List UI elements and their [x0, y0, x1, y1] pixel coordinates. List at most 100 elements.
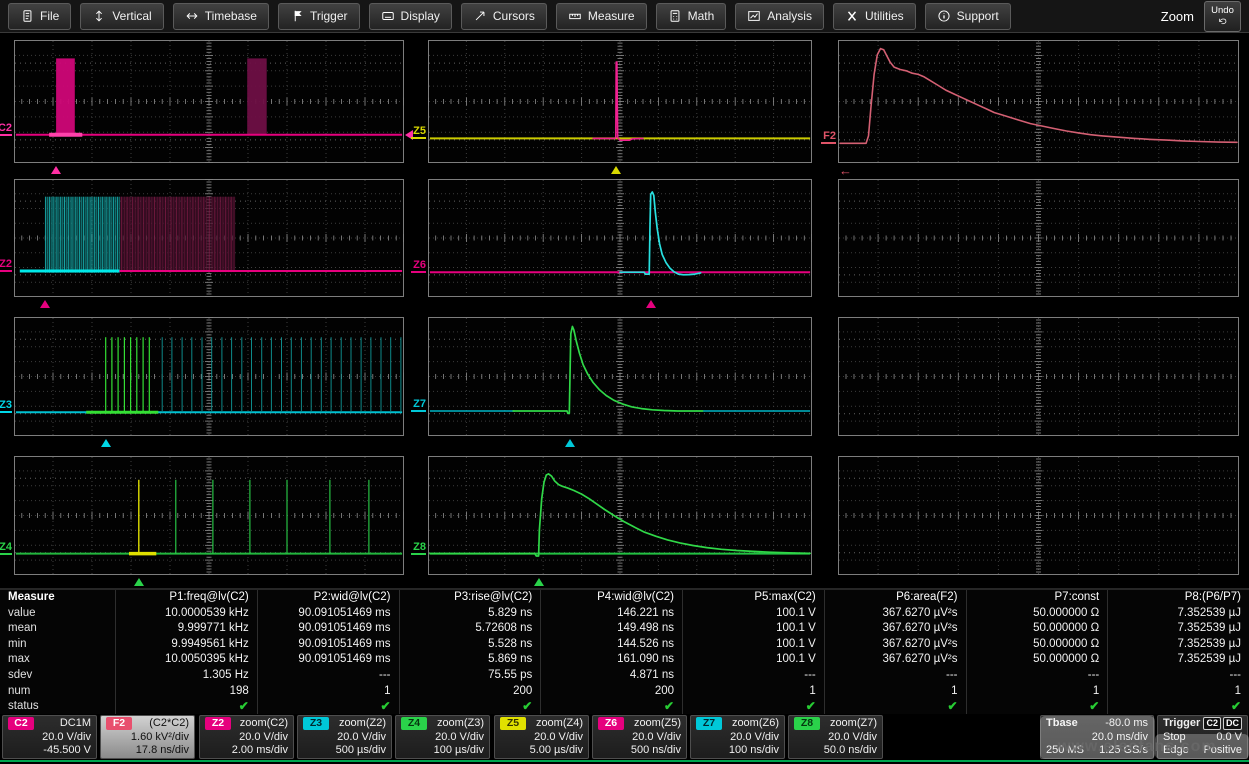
channel-descriptor-z4[interactable]: Z4 zoom(Z3) 20.0 V/div 100 µs/div: [395, 715, 490, 759]
display-icon: [381, 9, 395, 23]
menu-analysis[interactable]: Analysis: [735, 3, 824, 30]
measure-value: 100.1 V: [683, 652, 824, 668]
scope-grid: [838, 40, 1239, 163]
waveform-panel-z7[interactable]: [428, 317, 812, 436]
trigger-badges: C2DC: [1201, 717, 1242, 731]
waveform-panel-z2[interactable]: [14, 179, 404, 297]
menu-support[interactable]: Support: [925, 3, 1011, 30]
measure-status: ✔: [116, 699, 257, 715]
waveform-panel-z5[interactable]: [428, 40, 812, 163]
channel-title: (C2*C2): [149, 717, 189, 731]
waveform-panel-f2[interactable]: [838, 40, 1239, 163]
zoom-position-marker-z4[interactable]: [134, 578, 144, 586]
waveform-panel-z4[interactable]: [14, 456, 404, 575]
waveform-panel-z3[interactable]: [14, 317, 404, 436]
measure-value: 100.1 V: [683, 621, 824, 637]
menu-display-label: Display: [401, 9, 440, 23]
undo-button[interactable]: Undo: [1204, 1, 1241, 32]
menu-vertical[interactable]: Vertical: [80, 3, 163, 30]
measure-header[interactable]: P6:area(F2): [825, 590, 966, 606]
channel-descriptor-c2[interactable]: C2 DC1M 20.0 V/div -45.500 V: [2, 715, 97, 759]
menu-measure[interactable]: Measure: [556, 3, 647, 30]
measure-column-p3: P3:rise@lv(C2)5.829 ns5.72608 ns5.528 ns…: [399, 590, 541, 716]
measure-value: 198: [116, 684, 257, 700]
waveform-panel-c2[interactable]: [14, 40, 404, 163]
waveform-panel-z6[interactable]: [428, 179, 812, 297]
measure-row-label: status: [0, 699, 115, 715]
measure-value: 161.090 ns: [541, 652, 682, 668]
offscreen-trigger-arrow-f2[interactable]: ←: [839, 165, 852, 177]
measure-value: 9.9949561 kHz: [116, 637, 257, 653]
trace-label-z4: Z4: [0, 541, 12, 555]
zoom-position-marker-z5[interactable]: [611, 166, 621, 174]
status-check-icon: ✔: [380, 699, 390, 713]
channel-offset: 100 ns/div: [696, 744, 779, 758]
menu-math[interactable]: Math: [656, 3, 727, 30]
waveform-panel-z8[interactable]: [428, 456, 812, 575]
measure-header[interactable]: P4:wid@lv(C2): [541, 590, 682, 606]
measure-value: 10.0050395 kHz: [116, 652, 257, 668]
channel-badge-c2: C2: [8, 717, 34, 730]
zoom-position-marker-z2[interactable]: [40, 300, 50, 308]
channel-descriptor-z7[interactable]: Z7 zoom(Z6) 20.0 V/div 100 ns/div: [690, 715, 785, 759]
measure-header[interactable]: P2:wid@lv(C2): [258, 590, 399, 606]
menu-utilities[interactable]: Utilities: [833, 3, 916, 30]
measure-header[interactable]: P3:rise@lv(C2): [400, 590, 541, 606]
menu-file[interactable]: File: [8, 3, 71, 30]
measure-column-p7: P7:const50.000000 Ω50.000000 Ω50.000000 …: [966, 590, 1108, 716]
measure-value: 10.0000539 kHz: [116, 606, 257, 622]
channel-title: DC1M: [60, 717, 91, 731]
channel-offset: 17.8 ns/div: [106, 744, 189, 758]
channel-descriptor-f2[interactable]: F2 (C2*C2) 1.60 kV²/div 17.8 ns/div: [100, 715, 195, 759]
measure-header[interactable]: P5:max(C2): [683, 590, 824, 606]
zoom-position-marker-z6[interactable]: [646, 300, 656, 308]
measure-value: 7.352539 µJ: [1108, 652, 1249, 668]
measure-row-label: Measure: [0, 590, 115, 606]
channel-scale: 20.0 V/div: [598, 731, 681, 745]
measure-column-p4: P4:wid@lv(C2)146.221 ns149.498 ns144.526…: [540, 590, 682, 716]
zoom-position-marker-z3[interactable]: [101, 439, 111, 447]
channel-badge-f2: F2: [106, 717, 132, 730]
menu-display[interactable]: Display: [369, 3, 452, 30]
trace-label-z5: Z5: [411, 125, 426, 139]
measure-value: 90.091051469 ms: [258, 621, 399, 637]
measure-value: ---: [258, 668, 399, 684]
channel-descriptor-z5[interactable]: Z5 zoom(Z4) 20.0 V/div 5.00 µs/div: [494, 715, 589, 759]
trace-label-z2: Z2: [0, 258, 12, 272]
zoom-position-marker-z8[interactable]: [534, 578, 544, 586]
zoom-mode-label: Zoom: [1161, 9, 1194, 24]
waveform-panel-empty-r4[interactable]: [838, 456, 1239, 575]
measure-header[interactable]: P8:(P6/P7): [1108, 590, 1249, 606]
measure-status: ✔: [825, 699, 966, 715]
trace-label-f2: F2: [821, 130, 836, 144]
scope-grid: [428, 179, 812, 297]
measure-header[interactable]: P1:freq@lv(C2): [116, 590, 257, 606]
channel-descriptor-z2[interactable]: Z2 zoom(C2) 20.0 V/div 2.00 ms/div: [199, 715, 294, 759]
channel-scale: 20.0 V/div: [794, 731, 877, 745]
channel-descriptor-z8[interactable]: Z8 zoom(Z7) 20.0 V/div 50.0 ns/div: [788, 715, 883, 759]
measure-value: ---: [967, 668, 1108, 684]
menu-timebase[interactable]: Timebase: [173, 3, 269, 30]
measure-value: 149.498 ns: [541, 621, 682, 637]
measure-value: 5.72608 ns: [400, 621, 541, 637]
zoom-position-marker-z7[interactable]: [565, 439, 575, 447]
status-check-icon: ✔: [1089, 699, 1099, 713]
measure-value: 75.55 ps: [400, 668, 541, 684]
channel-descriptor-z6[interactable]: Z6 zoom(Z5) 20.0 V/div 500 ns/div: [592, 715, 687, 759]
channel-scale: 20.0 V/div: [303, 731, 386, 745]
zoom-position-marker-c2[interactable]: [51, 166, 61, 174]
menu-trigger[interactable]: Trigger: [278, 3, 360, 30]
measure-value: ---: [1108, 668, 1249, 684]
channel-offset: 100 µs/div: [401, 744, 484, 758]
channel-descriptor-z3[interactable]: Z3 zoom(Z2) 20.0 V/div 500 µs/div: [297, 715, 392, 759]
scope-grid: [14, 456, 404, 575]
waveform-panel-empty-r3[interactable]: [838, 317, 1239, 436]
waveform-panel-empty-r2[interactable]: [838, 179, 1239, 297]
menu-cursors[interactable]: Cursors: [461, 3, 547, 30]
measure-header[interactable]: P7:const: [967, 590, 1108, 606]
menu-math-label: Math: [688, 9, 715, 23]
channel-title: zoom(Z5): [634, 717, 681, 731]
trace-label-z8: Z8: [411, 541, 426, 555]
measure-row-label: max: [0, 652, 115, 668]
menu-trigger-label: Trigger: [310, 9, 348, 23]
